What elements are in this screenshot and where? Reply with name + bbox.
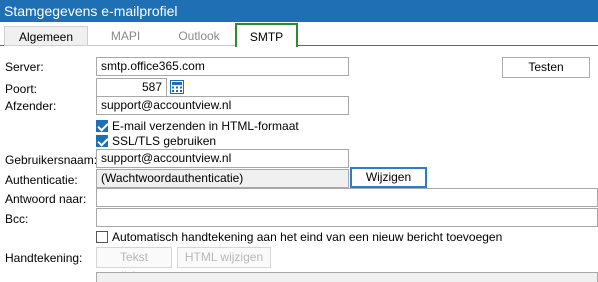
handtekening-label: Handtekening: xyxy=(5,251,83,265)
window-title: Stamgegevens e-mailprofiel xyxy=(4,3,178,19)
afzender-label: Afzender: xyxy=(5,99,57,113)
signature-preview xyxy=(96,272,598,282)
server-label: Server: xyxy=(5,60,44,74)
gebruikersnaam-input[interactable]: support@accountview.nl xyxy=(96,149,349,168)
testen-button[interactable]: Testen xyxy=(502,57,590,78)
antwoord-naar-label: Antwoord naar: xyxy=(5,192,87,206)
tab-smtp[interactable]: SMTP xyxy=(235,23,298,47)
html-wijzigen-button[interactable]: HTML wijzigen xyxy=(177,247,271,268)
gebruikersnaam-label: Gebruikersnaam: xyxy=(5,153,98,167)
ssl-checkbox-label: SSL/TLS gebruiken xyxy=(112,134,217,148)
calculator-icon[interactable] xyxy=(170,80,184,94)
wijzigen-button[interactable]: Wijzigen xyxy=(350,167,427,188)
afzender-input[interactable]: support@accountview.nl xyxy=(96,96,349,115)
bcc-input[interactable] xyxy=(96,208,598,227)
tab-algemeen[interactable]: Algemeen xyxy=(4,26,88,46)
ssl-checkbox-box[interactable] xyxy=(96,135,108,147)
auto-signature-checkbox-label: Automatisch handtekening aan het eind va… xyxy=(112,230,503,244)
tab-mapi[interactable]: MAPI xyxy=(88,26,163,46)
poort-input[interactable]: 587 xyxy=(96,78,167,97)
server-input[interactable]: smtp.office365.com xyxy=(96,57,349,76)
authenticatie-field: (Wachtwoordauthenticatie) xyxy=(96,169,349,188)
auto-signature-checkbox-box[interactable] xyxy=(96,231,108,243)
html-format-checkbox[interactable]: E-mail verzenden in HTML-formaat xyxy=(96,119,299,133)
poort-label: Poort: xyxy=(5,82,38,96)
antwoord-naar-input[interactable] xyxy=(96,188,598,207)
title-bar: Stamgegevens e-mailprofiel xyxy=(0,0,598,22)
ssl-checkbox[interactable]: SSL/TLS gebruiken xyxy=(96,134,216,148)
html-format-checkbox-box[interactable] xyxy=(96,120,108,132)
html-format-checkbox-label: E-mail verzenden in HTML-formaat xyxy=(112,119,299,133)
auto-signature-checkbox[interactable]: Automatisch handtekening aan het eind va… xyxy=(96,230,502,244)
authenticatie-label: Authenticatie: xyxy=(5,173,78,187)
tab-outlook[interactable]: Outlook xyxy=(163,26,235,46)
bcc-label: Bcc: xyxy=(5,212,29,226)
tekst-wijzigen-button[interactable]: Tekst wijzigen xyxy=(96,247,172,282)
